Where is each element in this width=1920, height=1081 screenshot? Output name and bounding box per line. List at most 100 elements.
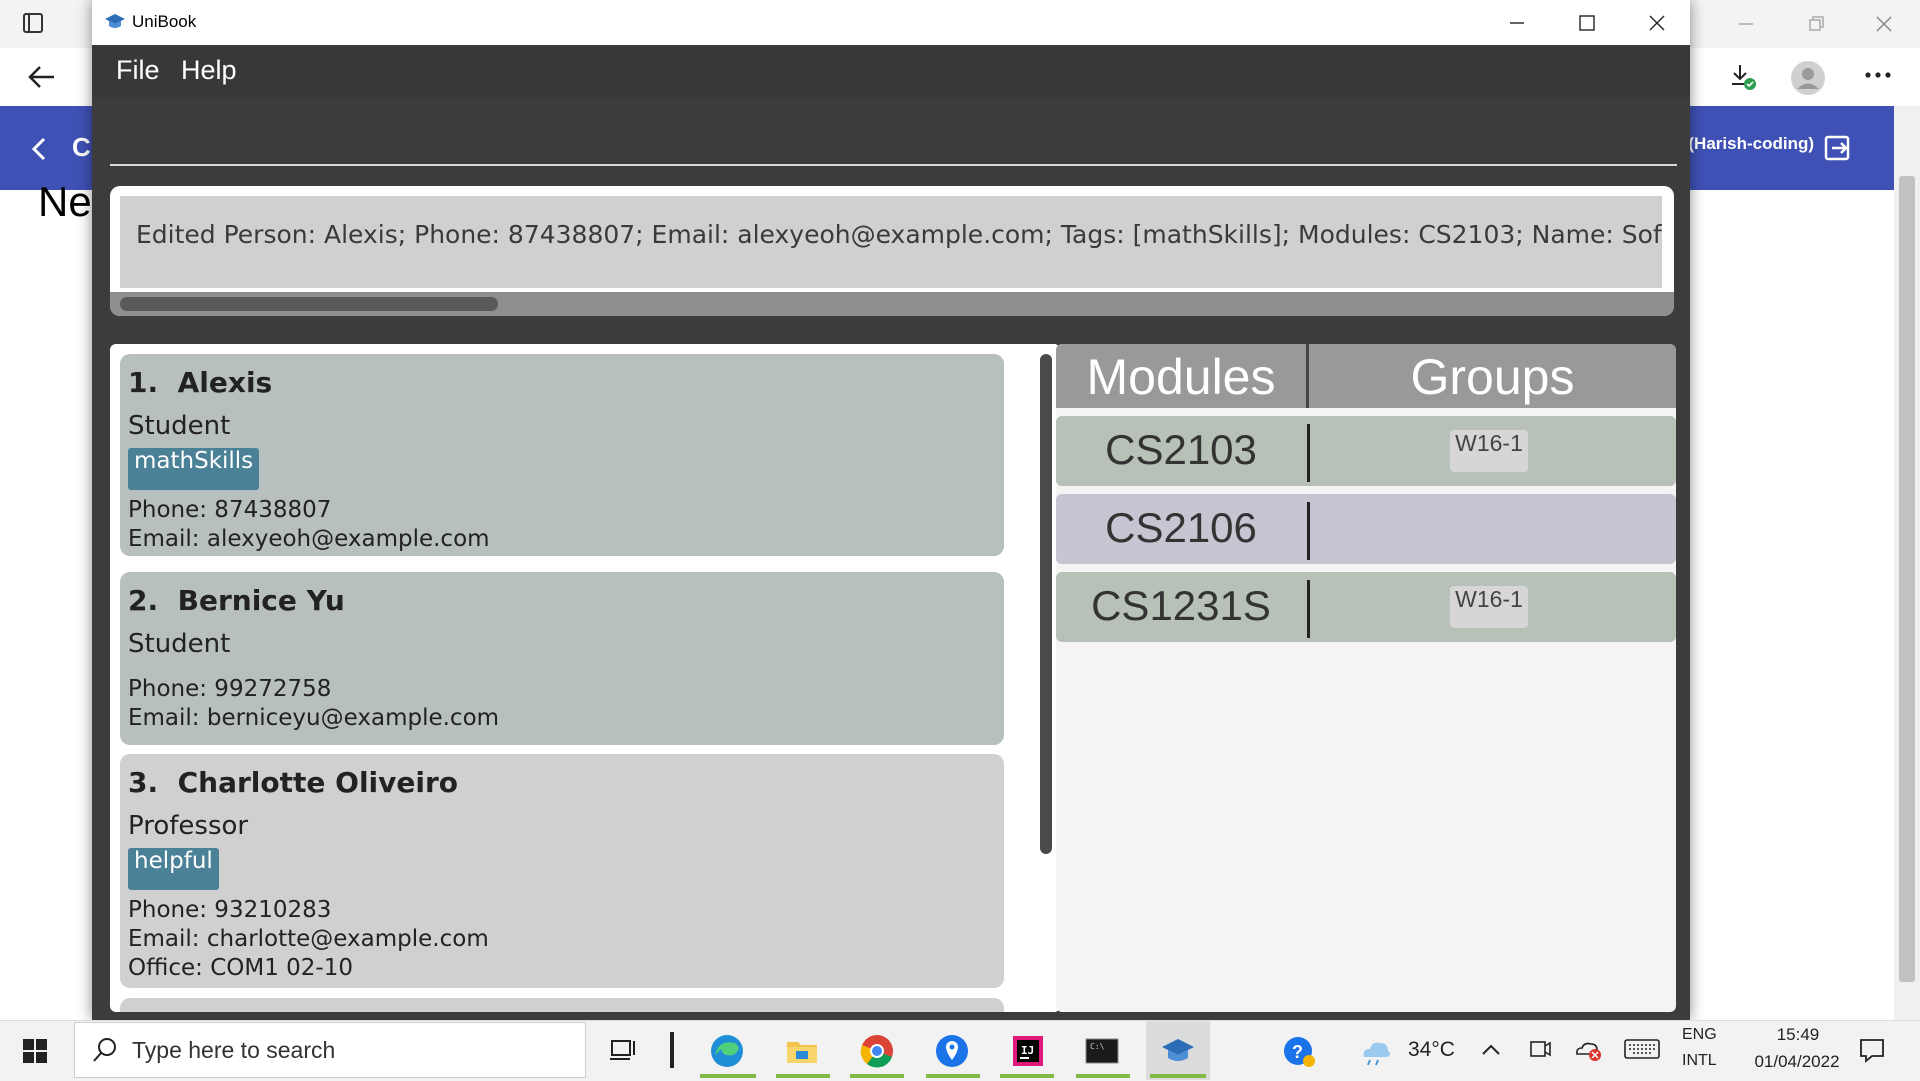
module-code: CS1231S [1091, 582, 1271, 629]
person-list-panel: 1. Alexis Student mathSkills Phone: 8743… [110, 344, 1060, 1012]
minimize-icon [1510, 21, 1524, 24]
banner-username: (Harish-coding) [1688, 134, 1814, 153]
person-email: Email: berniceyu@example.com [128, 705, 500, 731]
running-indicator [776, 1074, 830, 1078]
command-input[interactable] [110, 112, 1677, 166]
module-code: CS2103 [1105, 426, 1257, 473]
result-display: Edited Person: Alexis; Phone: 87438807; … [110, 186, 1674, 316]
windows-start-icon[interactable] [22, 1038, 48, 1064]
browser-minimize-icon[interactable] [1736, 14, 1756, 34]
file-explorer-icon[interactable] [784, 1033, 820, 1069]
running-indicator [1150, 1074, 1206, 1078]
profile-avatar-icon[interactable] [1790, 60, 1826, 96]
edge-icon[interactable] [709, 1033, 745, 1069]
browser-restore-icon[interactable] [1806, 14, 1826, 34]
person-card[interactable]: 2. Bernice Yu Student Phone: 99272758 Em… [120, 572, 1004, 745]
result-scroll-thumb[interactable] [120, 297, 498, 311]
notification-icon[interactable] [1858, 1036, 1886, 1064]
browser-scroll-thumb[interactable] [1899, 176, 1915, 982]
person-phone: Phone: 87438807 [128, 497, 332, 523]
help-icon[interactable]: ? [1282, 1033, 1318, 1069]
unibook-taskbar-icon[interactable] [1160, 1033, 1196, 1069]
clock-date[interactable]: 01/04/2022 [1732, 1052, 1862, 1072]
more-menu-icon[interactable] [1864, 70, 1892, 80]
banner-back-icon[interactable] [30, 136, 48, 162]
onedrive-error-icon[interactable] [1574, 1036, 1602, 1062]
weather-cloud-icon[interactable] [1358, 1033, 1394, 1069]
clock-time[interactable]: 15:49 [1762, 1025, 1834, 1045]
language-code[interactable]: ENG [1682, 1026, 1717, 1044]
running-indicator [1076, 1074, 1130, 1078]
unibook-window: UniBook File Help Edited Person: Alexis;… [92, 0, 1690, 1020]
intellij-icon[interactable]: IJ [1010, 1033, 1046, 1069]
groups-column-header: Groups [1410, 349, 1575, 405]
close-button[interactable] [1622, 0, 1692, 45]
module-panel: Modules Groups CS2103 W16-1 CS2106 CS123… [1056, 344, 1676, 1012]
module-row[interactable]: CS2106 [1056, 494, 1676, 564]
result-horizontal-scrollbar[interactable] [110, 292, 1674, 316]
title-bar: UniBook [92, 0, 1690, 45]
task-view-icon[interactable] [606, 1033, 642, 1069]
person-email: Email: charlotte@example.com [128, 926, 489, 952]
svg-text:?: ? [1292, 1042, 1303, 1062]
svg-text:C:\: C:\ [1090, 1042, 1105, 1051]
running-indicator [850, 1074, 904, 1078]
meet-now-icon[interactable] [1528, 1036, 1552, 1062]
row-divider [1307, 580, 1310, 638]
keyboard-icon[interactable] [1624, 1038, 1660, 1060]
banner-title: C [72, 132, 91, 162]
browser-close-icon[interactable] [1874, 14, 1894, 34]
person-phone: Phone: 93210283 [128, 897, 332, 923]
page-heading-fragment: Ne [38, 178, 92, 225]
group-badge[interactable]: W16-1 [1450, 586, 1528, 628]
group-badge[interactable]: W16-1 [1450, 430, 1528, 472]
chevron-up-icon[interactable] [1480, 1040, 1502, 1060]
menu-file[interactable]: File [116, 55, 160, 86]
person-tag: mathSkills [128, 448, 260, 490]
person-role: Student [128, 411, 231, 441]
person-name: 1. Alexis [128, 366, 273, 399]
weather-temperature[interactable]: 34°C [1408, 1038, 1455, 1062]
person-list-scroll-thumb[interactable] [1040, 354, 1052, 854]
svg-text:IJ: IJ [1021, 1044, 1034, 1057]
menu-help[interactable]: Help [181, 55, 237, 86]
back-arrow-icon[interactable] [26, 64, 56, 90]
result-text-area[interactable]: Edited Person: Alexis; Phone: 87438807; … [120, 196, 1662, 288]
menu-bar: File Help [92, 45, 1690, 98]
running-indicator [1000, 1074, 1054, 1078]
window-title: UniBook [132, 12, 197, 31]
modules-column-header: Modules [1086, 349, 1276, 405]
logout-icon[interactable] [1824, 134, 1852, 162]
person-card[interactable]: 1. Alexis Student mathSkills Phone: 8743… [120, 354, 1004, 556]
result-message: Edited Person: Alexis; Phone: 87438807; … [136, 220, 1662, 249]
running-indicator [926, 1074, 980, 1078]
person-email: Email: alexyeoh@example.com [128, 526, 490, 552]
person-card[interactable]: 3. Charlotte Oliveiro Professor helpful … [120, 754, 1004, 988]
chrome-icon[interactable] [859, 1033, 895, 1069]
maximize-icon [1579, 14, 1595, 31]
row-divider [1307, 502, 1310, 560]
person-role: Professor [128, 811, 249, 841]
maximize-button[interactable] [1552, 0, 1622, 45]
minimize-button[interactable] [1482, 0, 1552, 45]
close-icon [1649, 15, 1665, 30]
tab-actions-icon[interactable] [22, 12, 44, 34]
person-role: Student [128, 629, 231, 659]
browser-scrollbar[interactable] [1894, 106, 1920, 1020]
person-office: Office: COM1 02-10 [128, 955, 353, 981]
search-icon [93, 1038, 116, 1062]
graduation-cap-icon [105, 14, 125, 28]
terminal-icon[interactable]: C:\ [1084, 1033, 1120, 1069]
downloads-icon[interactable] [1728, 62, 1758, 92]
row-divider [1307, 424, 1310, 482]
module-row[interactable]: CS1231S W16-1 [1056, 572, 1676, 642]
person-name: 2. Bernice Yu [128, 584, 345, 617]
search-placeholder: Type here to search [132, 1037, 336, 1063]
person-tag: helpful [128, 848, 219, 890]
taskbar-separator [670, 1032, 674, 1068]
keyboard-layout[interactable]: INTL [1682, 1052, 1717, 1070]
person-card[interactable] [120, 998, 1004, 1012]
module-row[interactable]: CS2103 W16-1 [1056, 416, 1676, 486]
maps-app-icon[interactable] [934, 1033, 970, 1069]
person-name: 3. Charlotte Oliveiro [128, 766, 459, 799]
